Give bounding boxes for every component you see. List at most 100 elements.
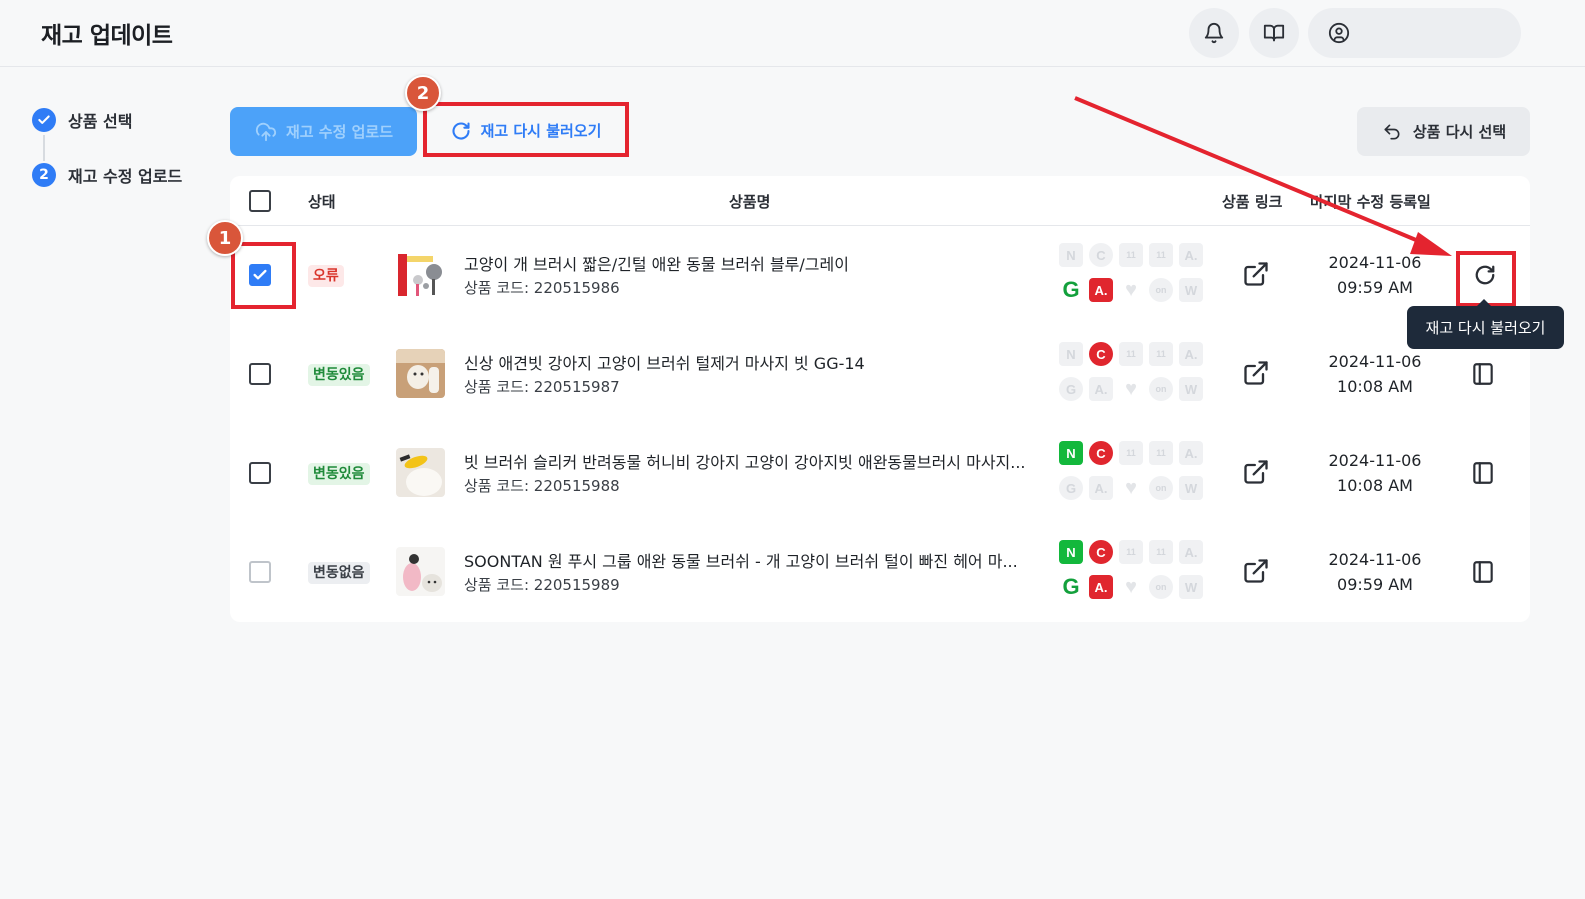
external-link-icon[interactable] <box>1242 458 1270 486</box>
market-auction-icon: A. <box>1089 476 1113 500</box>
step-number: 2 <box>32 163 56 187</box>
market-gmarket-icon: G <box>1059 377 1083 401</box>
reselect-products-button[interactable]: 상품 다시 선택 <box>1357 107 1530 156</box>
last-modified-date: 2024-11-06 10:08 AM <box>1308 448 1442 498</box>
product-name: SOONTAN 원 푸시 그룹 애완 동물 브러쉬 - 개 고양이 브러쉬 털이… <box>464 552 1018 571</box>
market-gmarket-icon: G <box>1059 476 1083 500</box>
undo-arrow-icon <box>1384 124 1400 139</box>
panel-icon[interactable] <box>1470 460 1496 486</box>
product-thumbnail <box>396 349 445 398</box>
status-badge: 변동있음 <box>308 463 370 485</box>
step-connector <box>43 135 45 161</box>
table-row: 변동없음 SOONTAN 원 푸시 그룹 애완 동물 브러쉬 - 개 고양이 브… <box>230 523 1530 622</box>
product-code: 상품 코드: 220515989 <box>464 576 620 594</box>
market-coupang-icon: C <box>1089 540 1113 564</box>
market-auction-global-icon: A. <box>1179 441 1203 465</box>
market-heart-icon: ♥ <box>1125 377 1137 400</box>
time-text: 10:08 AM <box>1337 476 1413 495</box>
profile-menu[interactable] <box>1308 8 1521 58</box>
column-status: 상태 <box>308 193 336 211</box>
product-thumbnail <box>396 448 445 497</box>
table-row: 오류 고양이 개 브러시 짧은/긴털 애완 동물 브러쉬 블루/그레이 상품 코… <box>230 226 1530 325</box>
row-checkbox[interactable] <box>249 462 271 484</box>
annotation-step-badge: 1 <box>207 220 243 256</box>
market-11st-global-icon: 11 <box>1149 441 1173 465</box>
tooltip: 재고 다시 불러오기 <box>1407 299 1564 349</box>
market-w-icon: W <box>1179 575 1203 599</box>
market-11st-icon: 11 <box>1119 441 1143 465</box>
page-title: 재고 업데이트 <box>41 23 173 49</box>
status-badge: 변동없음 <box>308 562 370 584</box>
bell-icon <box>1204 23 1224 44</box>
market-auction-global-icon: A. <box>1179 243 1203 267</box>
market-heart-icon: ♥ <box>1125 476 1137 499</box>
market-11st-icon: 11 <box>1119 243 1143 267</box>
step-label: 재고 수정 업로드 <box>68 167 183 186</box>
market-coupang-icon: C <box>1089 342 1113 366</box>
check-icon <box>32 108 56 132</box>
market-w-icon: W <box>1179 476 1203 500</box>
market-11st-icon: 11 <box>1119 540 1143 564</box>
time-text: 10:08 AM <box>1337 377 1413 396</box>
date-text: 2024-11-06 <box>1328 451 1422 470</box>
market-11st-global-icon: 11 <box>1149 243 1173 267</box>
book-icon <box>1263 24 1285 42</box>
product-name: 빗 브러쉬 슬리커 반려동물 허니비 강아지 고양이 강아지빗 애완동물브러시 … <box>464 453 1026 472</box>
external-link-icon[interactable] <box>1242 359 1270 387</box>
market-coupang-icon: C <box>1089 243 1113 267</box>
market-w-icon: W <box>1179 278 1203 302</box>
product-code: 상품 코드: 220515987 <box>464 378 620 396</box>
status-badge: 오류 <box>308 265 344 287</box>
panel-icon[interactable] <box>1470 361 1496 387</box>
product-name: 고양이 개 브러시 짧은/긴털 애완 동물 브러쉬 블루/그레이 <box>464 255 849 274</box>
stock-table: 상태 상품명 상품 링크 마지막 수정 등록일 오류 고양이 개 브러시 짧은/… <box>230 176 1530 622</box>
market-auction-global-icon: A. <box>1179 342 1203 366</box>
row-checkbox[interactable] <box>249 363 271 385</box>
app-header: 재고 업데이트 <box>0 0 1585 67</box>
annotation-highlight-reload <box>423 102 629 157</box>
product-thumbnail <box>396 250 445 299</box>
time-text: 09:59 AM <box>1337 575 1413 594</box>
guide-button[interactable] <box>1249 8 1299 58</box>
market-auction-global-icon: A. <box>1179 540 1203 564</box>
market-11st-icon: 11 <box>1119 342 1143 366</box>
table-header: 상태 상품명 상품 링크 마지막 수정 등록일 <box>230 176 1530 226</box>
external-link-icon[interactable] <box>1242 260 1270 288</box>
time-text: 09:59 AM <box>1337 278 1413 297</box>
row-checkbox[interactable] <box>249 561 271 583</box>
market-on-icon: on <box>1149 377 1173 401</box>
market-on-icon: on <box>1149 278 1173 302</box>
last-modified-date: 2024-11-06 10:08 AM <box>1308 349 1442 399</box>
market-gmarket-icon: G <box>1059 574 1083 599</box>
market-naver-icon: N <box>1059 540 1083 564</box>
last-modified-date: 2024-11-06 09:59 AM <box>1308 547 1442 597</box>
market-naver-icon: N <box>1059 441 1083 465</box>
status-badge: 변동있음 <box>308 364 370 386</box>
step-label: 상품 선택 <box>68 112 133 131</box>
panel-icon[interactable] <box>1470 559 1496 585</box>
product-code: 상품 코드: 220515986 <box>464 279 620 297</box>
date-text: 2024-11-06 <box>1328 352 1422 371</box>
market-auction-icon: A. <box>1089 278 1113 302</box>
upload-stock-label: 재고 수정 업로드 <box>285 123 394 141</box>
notification-button[interactable] <box>1189 8 1239 58</box>
market-11st-global-icon: 11 <box>1149 540 1173 564</box>
date-text: 2024-11-06 <box>1328 550 1422 569</box>
market-11st-global-icon: 11 <box>1149 342 1173 366</box>
market-on-icon: on <box>1149 476 1173 500</box>
market-auction-icon: A. <box>1089 377 1113 401</box>
last-modified-date: 2024-11-06 09:59 AM <box>1308 250 1442 300</box>
market-coupang-icon: C <box>1089 441 1113 465</box>
product-name: 신상 애견빗 강아지 고양이 브러쉬 털제거 마사지 빗 GG-14 <box>464 354 865 373</box>
upload-stock-button[interactable]: 재고 수정 업로드 <box>230 107 417 156</box>
annotation-step-badge: 2 <box>405 75 441 111</box>
market-on-icon: on <box>1149 575 1173 599</box>
reselect-products-label: 상품 다시 선택 <box>1412 123 1507 141</box>
market-naver-icon: N <box>1059 342 1083 366</box>
column-product-link: 상품 링크 <box>1222 193 1283 211</box>
cloud-upload-icon <box>255 122 276 141</box>
column-last-modified: 마지막 수정 등록일 <box>1310 193 1431 211</box>
step-select-products: 상품 선택 <box>32 108 132 132</box>
select-all-checkbox[interactable] <box>249 190 271 212</box>
external-link-icon[interactable] <box>1242 557 1270 585</box>
